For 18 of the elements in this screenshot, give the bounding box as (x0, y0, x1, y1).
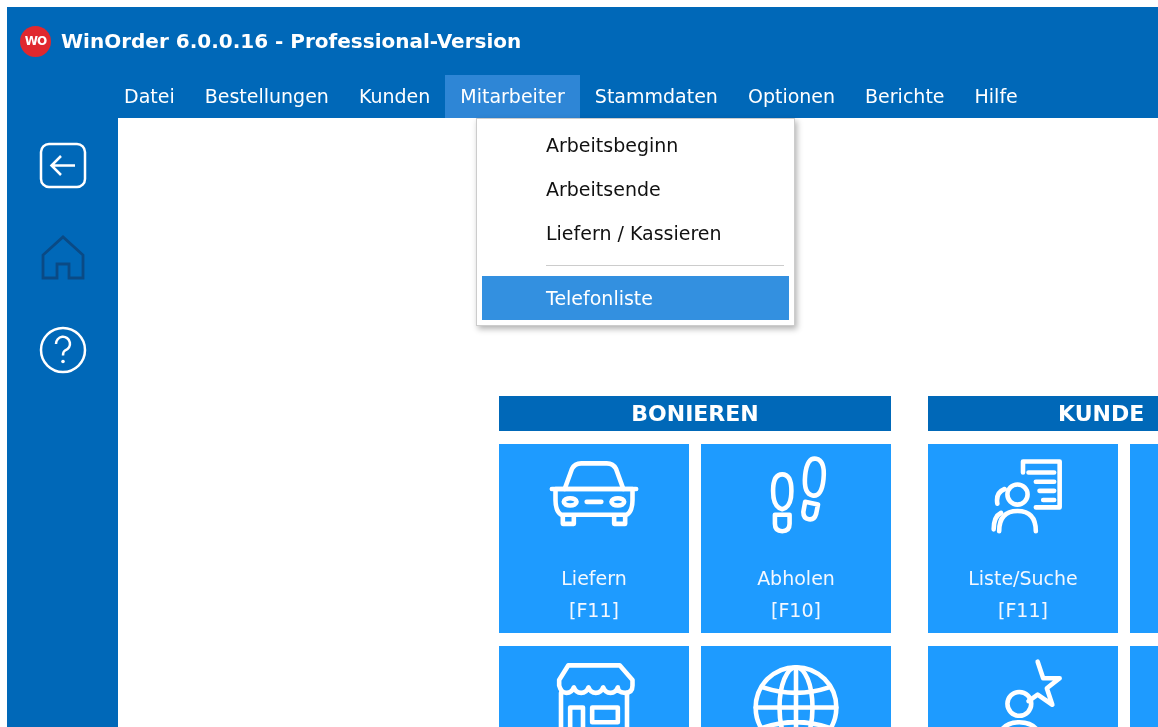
menu-item[interactable]: Mitarbeiter (445, 75, 580, 118)
app-logo: WO (20, 25, 51, 57)
menu-item[interactable]: Datei (109, 75, 190, 118)
section-title: KUNDE (1058, 400, 1145, 428)
menu-item[interactable]: Optionen (732, 75, 851, 118)
menu-item[interactable]: Berichte (850, 75, 960, 118)
menu-item[interactable]: Bestellungen (189, 75, 344, 118)
menu-item[interactable]: Arbeitsende (482, 167, 789, 211)
menu-item[interactable]: Telefonliste (482, 276, 789, 320)
menu-item[interactable]: Liefern / Kassieren (482, 211, 789, 255)
window-title: WinOrder 6.0.0.16 - Professional-Version (61, 28, 522, 55)
help-icon[interactable] (38, 326, 87, 374)
section-title: BONIEREN (631, 400, 759, 428)
menu-item[interactable]: Stammdaten (579, 75, 733, 118)
back-icon[interactable] (38, 142, 87, 190)
menu-item[interactable]: Hilfe (959, 75, 1033, 118)
menu-item[interactable]: Arbeitsbeginn (482, 123, 789, 167)
menu-item[interactable]: Kunden (343, 75, 446, 118)
